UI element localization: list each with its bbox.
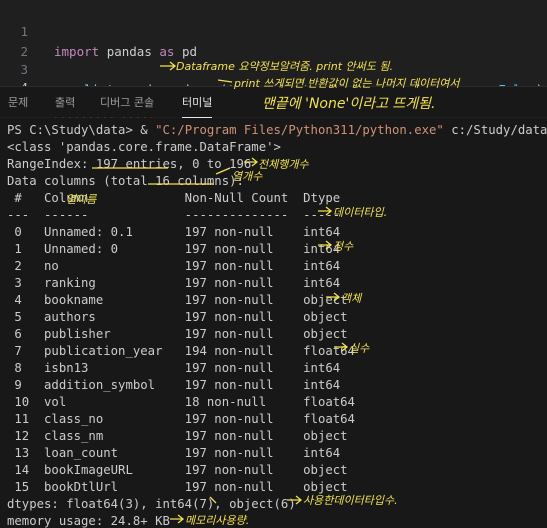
data-columns-line: Data columns (total 16 columns): <box>7 174 244 188</box>
tab-terminal[interactable]: 터미널 <box>182 94 213 118</box>
terminal-panel[interactable]: PS C:\Study\data> & "C:/Program Files/Py… <box>0 118 547 528</box>
annotation-int-note: 정수 <box>333 240 354 253</box>
annotation-entries-note: 전체행개수 <box>258 158 309 171</box>
table-row: 4 bookname 197 non-null object <box>7 293 348 307</box>
annotation-print-note-2: 맨끝에 'None'이라고 뜨게됨. <box>262 96 436 112</box>
dtypes-line: dtypes: float64(3), int64(7), object(6) <box>7 497 296 511</box>
tab-output[interactable]: 출력 <box>55 94 75 110</box>
table-row: 0 Unnamed: 0.1 197 non-null int64 <box>7 225 341 239</box>
python-exe-path: "C:/Program Files/Python311/python.exe" <box>155 123 444 137</box>
code-line-2[interactable]: 2 <box>0 22 547 59</box>
annotation-dtype-note: 데이터타입. <box>333 206 388 219</box>
tab-problems[interactable]: 문제 <box>8 94 28 110</box>
table-row: 5 authors 197 non-null object <box>7 310 348 324</box>
prompt: PS C:\Study\data> & <box>7 123 156 137</box>
code-line-3[interactable]: 3 new_list = pd.read_csv('renew_best_sel… <box>0 40 547 97</box>
tab-debug-console[interactable]: 디버그 콘솔 <box>100 94 154 110</box>
table-row: 7 publication_year 194 non-null float64 <box>7 344 355 358</box>
annotation-column-name-note: 열이름 <box>66 193 97 206</box>
annotation-memory-note: 메모리사용량. <box>185 514 250 527</box>
script-path: c:/Study/data/fro <box>451 123 547 137</box>
annotation-dtypes-note: 사용한데이터타입수. <box>303 494 398 507</box>
table-row: 6 publisher 197 non-null object <box>7 327 348 341</box>
memory-usage-line: memory usage: 24.8+ KB <box>7 514 170 528</box>
class-line: <class 'pandas.core.frame.DataFrame'> <box>7 140 281 154</box>
annotation-object-note: 객체 <box>341 292 362 305</box>
table-row: 3 ranking 197 non-null int64 <box>7 276 341 290</box>
table-row: 11 class_no 197 non-null float64 <box>7 412 355 426</box>
table-header: # Column Non-Null Count Dtype <box>7 191 341 205</box>
annotation-float-note: 실수 <box>349 342 370 355</box>
table-row: 12 class_nm 197 non-null object <box>7 429 348 443</box>
table-row: 10 vol 18 non-null float64 <box>7 395 355 409</box>
annotation-print-note-1: print 쓰게되면 반환값이 없는 나머지 데이터여서 <box>234 77 460 90</box>
annotation-columns-note: 열개수 <box>232 170 263 183</box>
table-row: 2 no 197 non-null int64 <box>7 259 341 273</box>
terminal-command-line: PS C:\Study\data> & "C:/Program Files/Py… <box>7 122 547 139</box>
table-row: 15 bookDtlUrl 197 non-null object <box>7 480 348 494</box>
table-row: 1 Unnamed: 0 197 non-null int64 <box>7 242 341 256</box>
table-row: 9 addition_symbol 197 non-null int64 <box>7 378 341 392</box>
table-row: 8 isbn13 197 non-null int64 <box>7 361 341 375</box>
table-separator: --- ------ -------------- ----- <box>7 208 341 222</box>
table-row: 14 bookImageURL 197 non-null object <box>7 463 348 477</box>
range-index-line: RangeIndex: 197 entries, 0 to 196 <box>7 157 252 171</box>
table-row: 13 loan_count 197 non-null int64 <box>7 446 341 460</box>
code-line-1[interactable]: 1 import pandas as pd <box>0 2 547 59</box>
annotation-dataframe-note: Dataframe 요약정보알려줌. print 안써도 됨. <box>176 60 394 73</box>
